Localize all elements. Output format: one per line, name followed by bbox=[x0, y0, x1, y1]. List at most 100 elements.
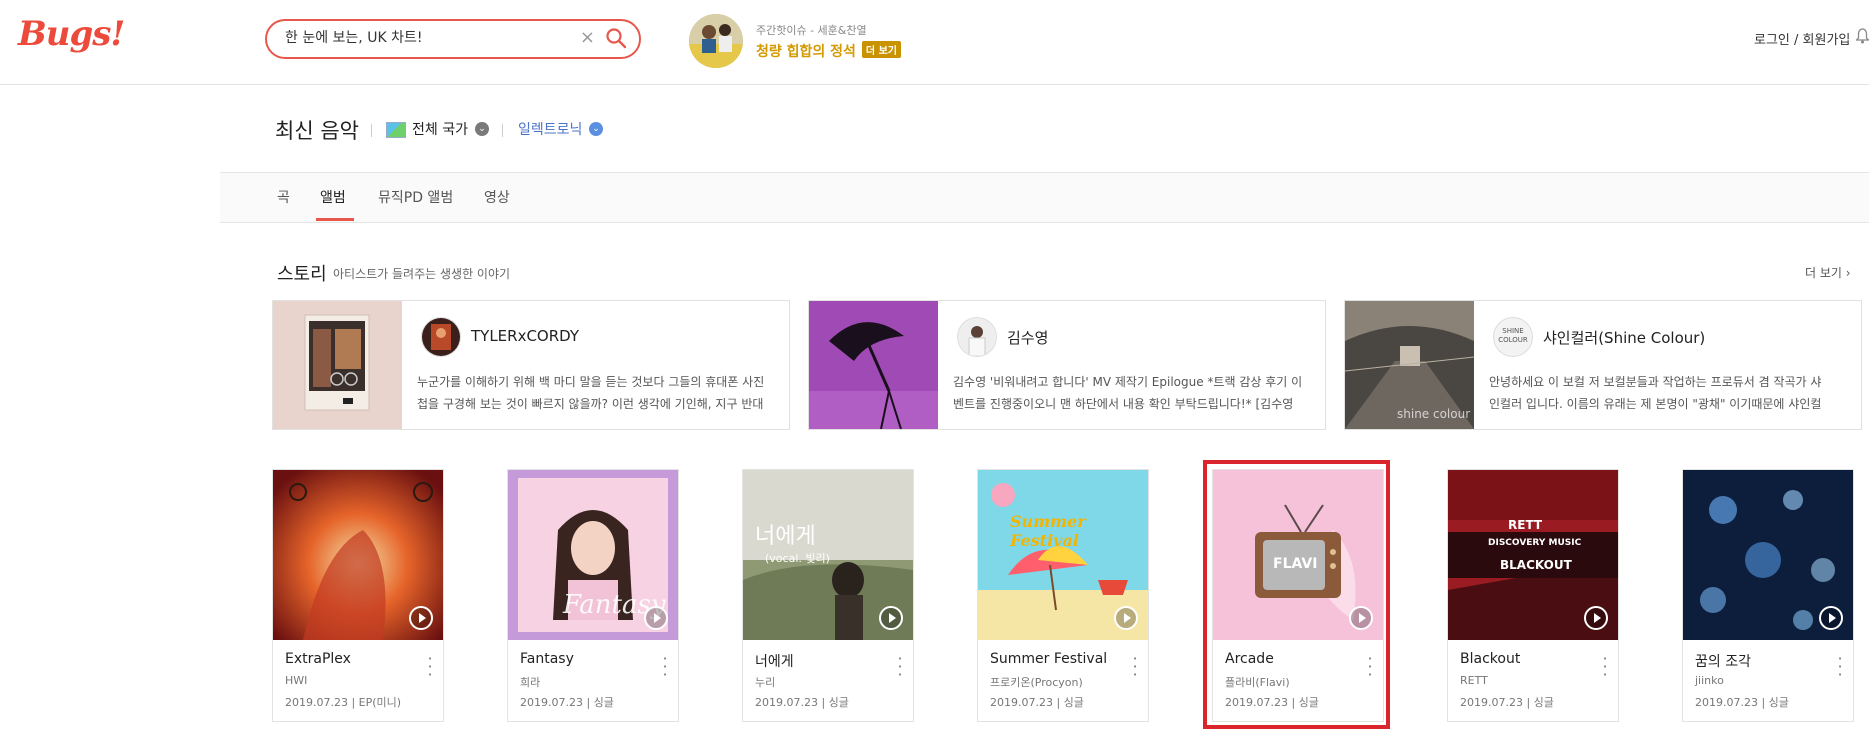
album-cover[interactable]: RETT DISCOVERY MUSIC BLACKOUT bbox=[1448, 470, 1618, 640]
close-icon[interactable]: × bbox=[580, 27, 595, 48]
album-release-info: 2019.07.23 | EP(미니) bbox=[285, 696, 402, 709]
story-excerpt[interactable]: 누군가를 이해하기 위해 백 마디 말을 듣는 것보다 그들의 휴대폰 사진 첩… bbox=[417, 371, 779, 415]
promo-subtitle: 주간핫이슈 - 세훈&찬열 bbox=[756, 24, 867, 37]
artist-avatar[interactable]: SHINE COLOUR bbox=[1493, 317, 1533, 357]
album-cover-subtext: (vocal. 빛리) bbox=[765, 552, 830, 565]
globe-icon bbox=[386, 122, 406, 138]
story-excerpt[interactable]: 김수영 '비워내려고 합니다' MV 제작기 Epilogue *트랙 감상 후… bbox=[953, 371, 1315, 415]
album-release-info: 2019.07.23 | 싱글 bbox=[1460, 696, 1554, 709]
album-cover-text: DISCOVERY MUSIC bbox=[1488, 538, 1582, 548]
divider bbox=[371, 124, 372, 137]
album-card[interactable]: 꿈의 조각 jiinko 2019.07.23 | 싱글 · · · bbox=[1682, 469, 1854, 722]
story-excerpt[interactable]: 안녕하세요 이 보컬 저 보컬분들과 작업하는 프로듀서 겸 작곡가 샤 인컬러… bbox=[1489, 371, 1851, 415]
story-artist-name[interactable]: 김수영 bbox=[1007, 327, 1048, 348]
album-cover-text: Summer Festival bbox=[1010, 512, 1086, 550]
story-more-link[interactable]: 더 보기 › bbox=[1805, 264, 1851, 281]
page-title: 최신 음악 bbox=[275, 119, 359, 143]
genre-selector[interactable]: 일렉트로닉 bbox=[518, 119, 582, 139]
play-icon[interactable] bbox=[644, 606, 668, 630]
album-artist[interactable]: RETT bbox=[1460, 674, 1488, 687]
artist-avatar[interactable] bbox=[957, 317, 997, 357]
tab-bar bbox=[220, 172, 1869, 223]
album-cover[interactable]: Fantasy bbox=[508, 470, 678, 640]
story-section-subtitle: 아티스트가 들려주는 생생한 이야기 bbox=[333, 267, 511, 281]
album-card[interactable]: 너에게 (vocal. 빛리) 너에게 누리 2019.07.23 | 싱글 ·… bbox=[742, 469, 914, 722]
story-image-watermark: shine colour bbox=[1397, 407, 1471, 421]
story-excerpt-line: 첩을 구경해 보는 것이 빠르지 않을까? 이런 생각에 기인해, 지구 반대 bbox=[417, 397, 764, 411]
story-image[interactable]: shine colour bbox=[1345, 301, 1474, 429]
album-title[interactable]: Blackout bbox=[1460, 651, 1520, 667]
story-card[interactable]: TYLERxCORDY 누군가를 이해하기 위해 백 마디 말을 듣는 것보다 … bbox=[272, 300, 790, 430]
highlight-box bbox=[1203, 460, 1390, 729]
story-image[interactable] bbox=[273, 301, 402, 429]
more-options-icon[interactable]: · · · bbox=[425, 651, 435, 683]
album-card[interactable]: Summer Festival Summer Festival 프로키온(Pro… bbox=[977, 469, 1149, 722]
more-options-icon[interactable]: · · · bbox=[1600, 651, 1610, 683]
story-excerpt-line: 누군가를 이해하기 위해 백 마디 말을 듣는 것보다 그들의 휴대폰 사진 bbox=[417, 375, 765, 389]
active-tab-indicator bbox=[316, 218, 354, 221]
tab-video[interactable]: 영상 bbox=[484, 187, 510, 207]
album-release-info: 2019.07.23 | 싱글 bbox=[990, 696, 1084, 709]
story-card[interactable]: 김수영 김수영 '비워내려고 합니다' MV 제작기 Epilogue *트랙 … bbox=[808, 300, 1326, 430]
story-card[interactable]: shine colour SHINE COLOUR 샤인컬러(Shine Col… bbox=[1344, 300, 1862, 430]
album-title[interactable]: ExtraPlex bbox=[285, 651, 351, 667]
play-icon[interactable] bbox=[1114, 606, 1138, 630]
tab-song[interactable]: 곡 bbox=[277, 187, 290, 207]
album-cover[interactable]: Summer Festival bbox=[978, 470, 1148, 640]
story-excerpt-line: 김수영 '비워내려고 합니다' MV 제작기 Epilogue *트랙 감상 후… bbox=[953, 375, 1303, 389]
play-icon[interactable] bbox=[409, 606, 433, 630]
search-icon[interactable] bbox=[605, 27, 627, 49]
story-excerpt-line: 벤트를 진행중이오니 맨 하단에서 내용 확인 부탁드립니다!* [김수영 bbox=[953, 397, 1294, 411]
album-title[interactable]: 꿈의 조각 bbox=[1695, 651, 1751, 671]
bugs-logo[interactable]: Bugs! bbox=[18, 14, 125, 54]
divider bbox=[502, 124, 503, 137]
more-options-icon[interactable]: · · · bbox=[895, 651, 905, 683]
album-cover[interactable] bbox=[1683, 470, 1853, 640]
shine-colour-logo: SHINE COLOUR bbox=[1498, 327, 1528, 344]
story-artist-name[interactable]: TYLERxCORDY bbox=[471, 327, 579, 345]
more-options-icon[interactable]: · · · bbox=[1835, 651, 1845, 683]
album-cover-text: 너에게 bbox=[755, 524, 816, 549]
story-excerpt-line: 안녕하세요 이 보컬 저 보컬분들과 작업하는 프로듀서 겸 작곡가 샤 bbox=[1489, 375, 1822, 389]
album-artist[interactable]: jiinko bbox=[1695, 674, 1724, 687]
play-icon[interactable] bbox=[1584, 606, 1608, 630]
play-icon[interactable] bbox=[1819, 606, 1843, 630]
album-card[interactable]: RETT DISCOVERY MUSIC BLACKOUT Blackout R… bbox=[1447, 469, 1619, 722]
album-card[interactable]: ExtraPlex HWI 2019.07.23 | EP(미니) · · · bbox=[272, 469, 444, 722]
story-image[interactable] bbox=[809, 301, 938, 429]
album-cover-text: BLACKOUT bbox=[1500, 558, 1572, 572]
promo-title[interactable]: 청량 힙합의 정석 더 보기 bbox=[756, 41, 902, 61]
album-artist[interactable]: 프로키온(Procyon) bbox=[990, 674, 1083, 690]
album-release-info: 2019.07.23 | 싱글 bbox=[755, 696, 849, 709]
chevron-down-icon[interactable]: ⌄ bbox=[589, 122, 603, 136]
tab-album[interactable]: 앨범 bbox=[320, 187, 346, 207]
story-section-title: 스토리 bbox=[277, 264, 327, 285]
album-cover[interactable] bbox=[273, 470, 443, 640]
promo-thumbnail[interactable] bbox=[689, 14, 743, 68]
album-release-info: 2019.07.23 | 싱글 bbox=[1695, 696, 1789, 709]
search-input[interactable] bbox=[283, 28, 587, 46]
album-card[interactable]: Fantasy Fantasy 희라 2019.07.23 | 싱글 · · · bbox=[507, 469, 679, 722]
play-icon[interactable] bbox=[879, 606, 903, 630]
album-artist[interactable]: 희라 bbox=[520, 674, 540, 690]
tab-musicpd-album[interactable]: 뮤직PD 앨범 bbox=[378, 187, 453, 207]
story-artist-name[interactable]: 샤인컬러(Shine Colour) bbox=[1543, 327, 1705, 348]
artist-avatar[interactable] bbox=[421, 317, 461, 357]
album-title[interactable]: Fantasy bbox=[520, 651, 574, 667]
story-excerpt-line: 인컬러 입니다. 이름의 유래는 제 본명이 "광채" 이기때문에 샤인컬 bbox=[1489, 397, 1822, 411]
more-options-icon[interactable]: · · · bbox=[660, 651, 670, 683]
bell-icon[interactable] bbox=[1856, 28, 1869, 44]
more-options-icon[interactable]: · · · bbox=[1130, 651, 1140, 683]
album-title[interactable]: 너에게 bbox=[755, 651, 794, 671]
promo-title-text[interactable]: 청량 힙합의 정석 bbox=[756, 44, 856, 60]
chevron-down-icon[interactable]: ⌄ bbox=[475, 122, 489, 136]
country-selector[interactable]: 전체 국가 bbox=[412, 119, 468, 139]
album-release-info: 2019.07.23 | 싱글 bbox=[520, 696, 614, 709]
login-signup-link[interactable]: 로그인 / 회원가입 bbox=[1754, 29, 1850, 48]
album-artist[interactable]: HWI bbox=[285, 674, 307, 687]
album-artist[interactable]: 누리 bbox=[755, 674, 775, 690]
promo-more-badge[interactable]: 더 보기 bbox=[861, 41, 902, 58]
search-box: × bbox=[265, 19, 641, 59]
album-cover[interactable]: 너에게 (vocal. 빛리) bbox=[743, 470, 913, 640]
album-title[interactable]: Summer Festival bbox=[990, 651, 1107, 667]
